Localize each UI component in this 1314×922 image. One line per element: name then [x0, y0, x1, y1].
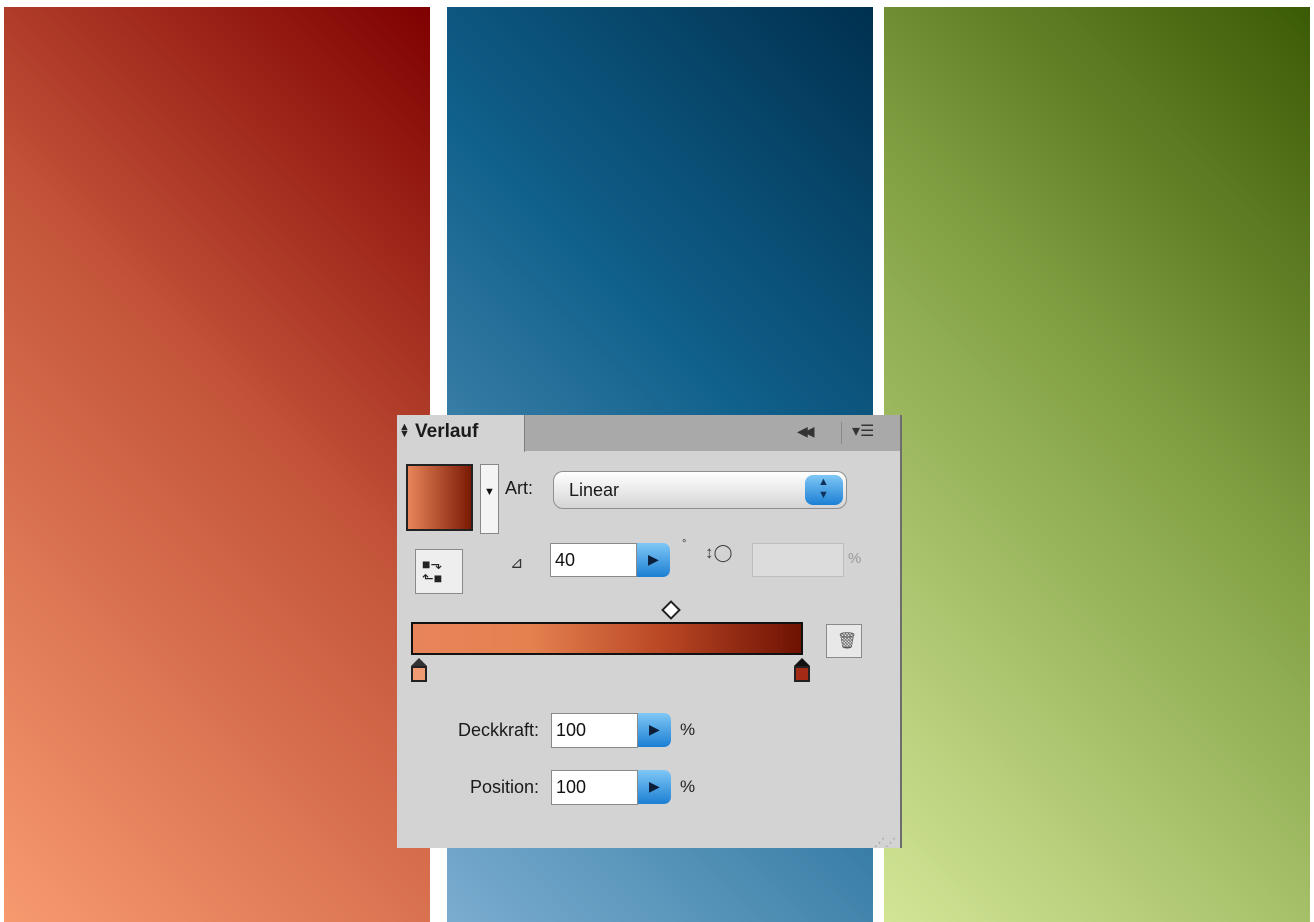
position-stepper-button[interactable]: ▶ — [638, 770, 671, 804]
select-stepper-icon: ▲ ▼ — [805, 475, 843, 505]
panel-tab-strip: ▲ ▼ Verlauf ◀◀ ▾☰ — [397, 415, 900, 452]
play-icon: ▶ — [649, 778, 660, 794]
resize-grip-icon[interactable]: ⋰⋰ — [874, 838, 896, 849]
gradient-stop-end[interactable] — [794, 658, 810, 684]
delete-stop-button[interactable]: 🗑 — [826, 624, 862, 658]
play-icon: ▶ — [649, 721, 660, 737]
position-unit: % — [680, 777, 696, 796]
gradient-ramp[interactable] — [411, 622, 803, 655]
aspect-ratio-input[interactable] — [752, 543, 844, 577]
collapse-icon[interactable]: ◀◀ — [797, 423, 814, 440]
aspect-ratio-icon: ↕◯ — [705, 543, 733, 562]
trash-icon: 🗑 — [837, 633, 858, 650]
chevron-down-icon: ▼ — [484, 486, 495, 498]
gradient-sample-red — [4, 7, 430, 922]
opacity-stepper-button[interactable]: ▶ — [638, 713, 671, 747]
gradient-preview-swatch[interactable] — [406, 464, 473, 531]
type-label: Art: — [505, 478, 534, 498]
reverse-gradient-icon: ■⬎ ⬑■ — [422, 556, 443, 586]
swatch-dropdown-button[interactable]: ▼ — [480, 464, 499, 534]
panel-menu-icon[interactable]: ▾☰ — [852, 421, 874, 441]
gradient-midpoint-marker[interactable] — [661, 600, 681, 620]
opacity-label: Deckkraft: — [457, 720, 539, 740]
type-select-value: Linear — [569, 480, 620, 500]
tab-expand-icon[interactable]: ▲ ▼ — [399, 422, 410, 440]
opacity-unit: % — [680, 720, 696, 739]
play-icon: ▶ — [648, 551, 659, 567]
angle-unit: ° — [682, 538, 687, 550]
gradient-panel: ▲ ▼ Verlauf ◀◀ ▾☰ ▼ Art: Linear ▲ ▼ ■⬎ ⬑■ ⊿… — [397, 415, 902, 849]
tab-divider — [841, 422, 842, 444]
reverse-gradient-button[interactable]: ■⬎ ⬑■ — [415, 549, 463, 594]
position-label: Position: — [469, 777, 539, 797]
angle-icon: ⊿ — [510, 555, 524, 572]
gradient-sample-green — [884, 7, 1310, 922]
position-input[interactable] — [551, 770, 638, 805]
opacity-input[interactable] — [551, 713, 638, 748]
angle-stepper-button[interactable]: ▶ — [637, 543, 670, 577]
type-select[interactable]: Linear ▲ ▼ — [553, 471, 847, 509]
gradient-stop-start[interactable] — [411, 658, 427, 684]
aspect-unit: % — [848, 550, 862, 567]
tab-verlauf[interactable]: ▲ ▼ Verlauf — [397, 415, 525, 452]
angle-input[interactable] — [550, 543, 637, 577]
panel-title: Verlauf — [415, 421, 479, 442]
